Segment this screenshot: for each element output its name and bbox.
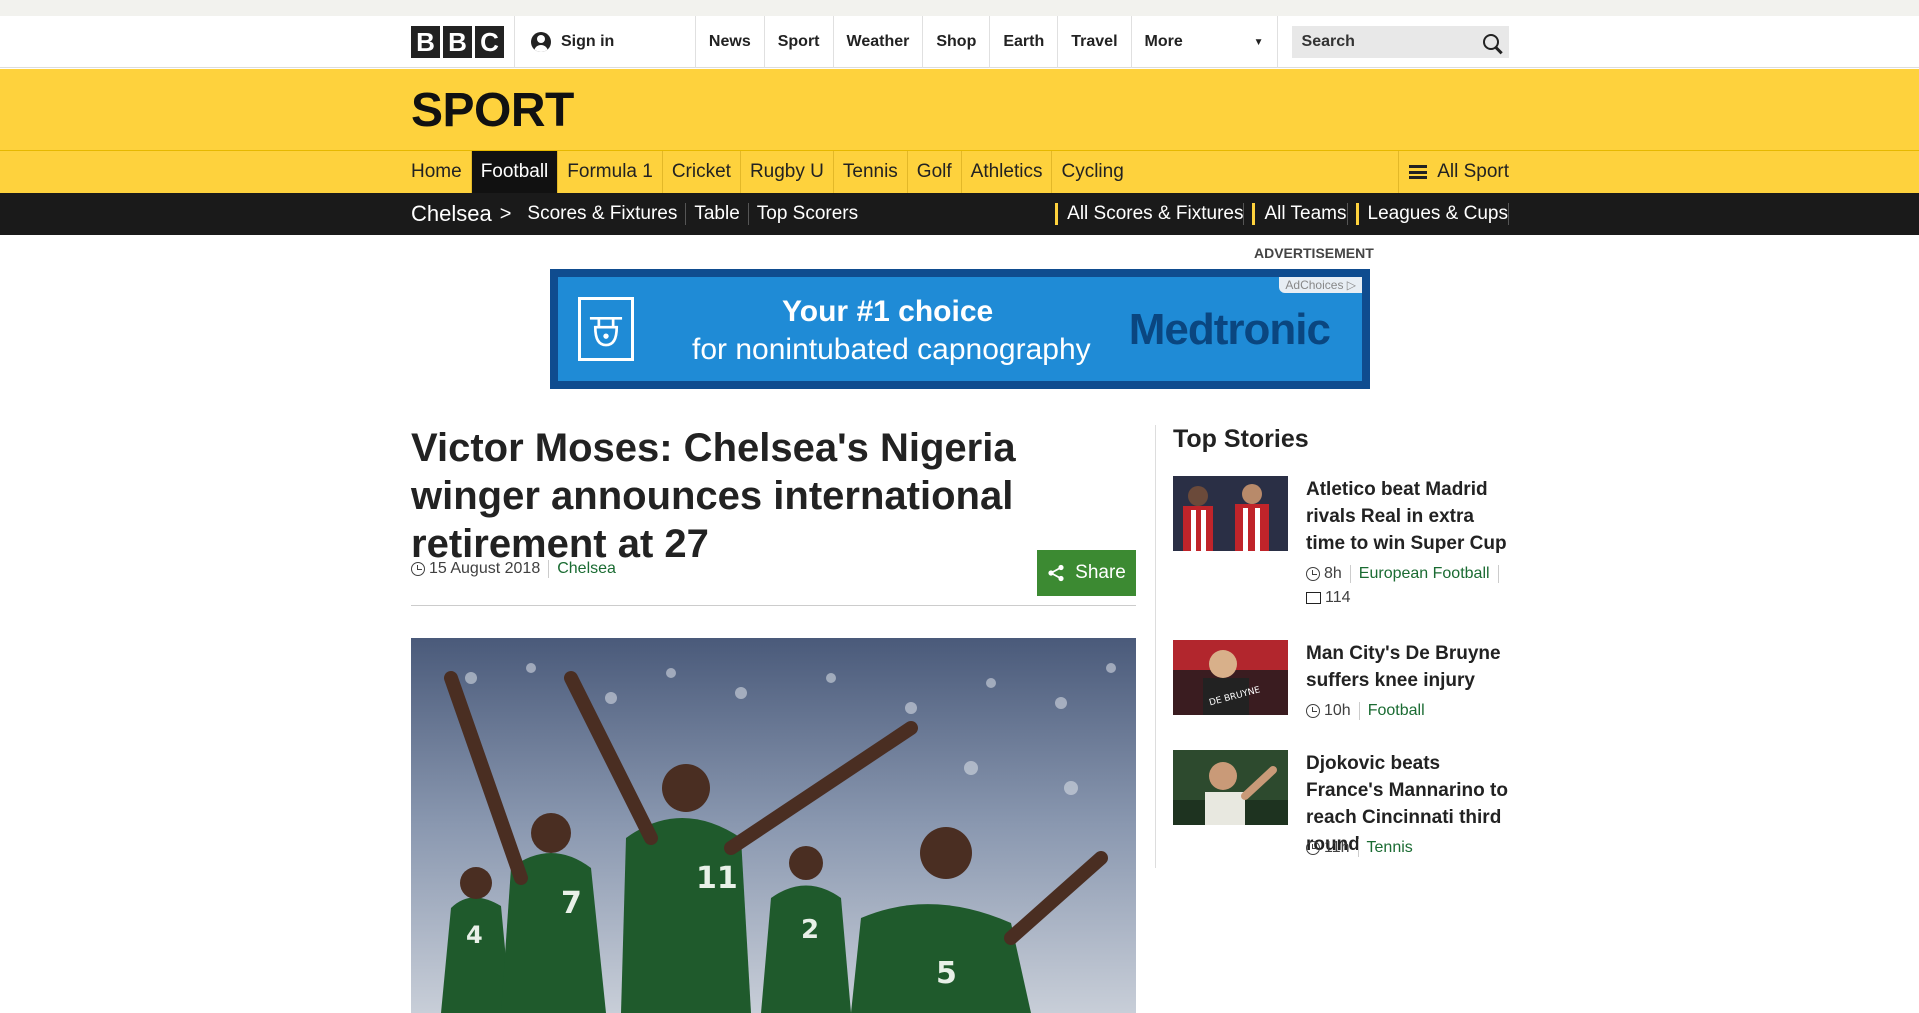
sport-nav-rugby-union[interactable]: Rugby U (741, 151, 834, 193)
advertisement-label: ADVERTISEMENT (1254, 245, 1374, 261)
top-story-time: 11h (1324, 839, 1350, 856)
team-nav-table[interactable]: Table (686, 203, 749, 225)
top-story-comments: 114 (1325, 589, 1351, 606)
ad-subline: for nonintubated capnography (692, 333, 1091, 366)
top-story-item[interactable]: DE BRUYNE Man City's De Bruyne suffers k… (1173, 640, 1513, 740)
menu-icon (1409, 165, 1428, 179)
meta-separator (1358, 702, 1360, 720)
clock-icon (411, 562, 425, 576)
team-nav-leagues-cups[interactable]: Leagues & Cups (1355, 203, 1509, 225)
svg-text:11: 11 (696, 861, 738, 896)
sport-nav-cricket[interactable]: Cricket (663, 151, 741, 193)
article-section-link[interactable]: Chelsea (557, 560, 616, 578)
top-story-item[interactable]: Atletico beat Madrid rivals Real in extr… (1173, 476, 1513, 616)
adchoices-label: AdChoices (1285, 278, 1344, 292)
sport-banner: SPORT (0, 69, 1919, 151)
clock-icon (1306, 704, 1320, 718)
top-strip (0, 0, 1919, 16)
team-name[interactable]: Chelsea (411, 201, 492, 227)
top-story-time: 10h (1324, 702, 1351, 719)
team-nav-top-scorers[interactable]: Top Scorers (749, 203, 866, 225)
sidebar-divider (1155, 425, 1156, 868)
search-icon[interactable] (1483, 34, 1499, 50)
nav-weather[interactable]: Weather (834, 16, 924, 68)
search-input[interactable]: Search (1291, 26, 1509, 58)
comments-icon (1306, 592, 1321, 604)
comments-count[interactable]: 114 (1306, 589, 1511, 607)
capnography-device-icon (578, 297, 634, 361)
adchoices-badge[interactable]: AdChoices ▷ (1279, 277, 1362, 293)
team-nav-all-scores[interactable]: All Scores & Fixtures (1055, 203, 1245, 225)
meta-divider (411, 605, 1136, 606)
share-icon (1048, 564, 1064, 582)
search-placeholder: Search (1301, 33, 1355, 50)
sport-nav: Home Football Formula 1 Cricket Rugby U … (0, 151, 1919, 193)
meta-separator (1349, 565, 1351, 583)
share-label: Share (1075, 562, 1126, 583)
sport-nav-football[interactable]: Football (471, 151, 559, 193)
ad-brand-logo: Medtronic (1128, 305, 1331, 354)
top-story-thumbnail[interactable] (1173, 476, 1288, 551)
meta-separator (1497, 565, 1499, 583)
bbc-masthead: B B C Sign in News Sport Weather Shop Ea… (0, 16, 1919, 68)
top-story-title[interactable]: Atletico beat Madrid rivals Real in extr… (1306, 476, 1511, 557)
top-story-title[interactable]: Man City's De Bruyne suffers knee injury (1306, 640, 1511, 694)
top-story-section-link[interactable]: Football (1368, 702, 1425, 720)
svg-text:7: 7 (561, 886, 582, 921)
meta-separator (548, 560, 550, 578)
sign-in-label: Sign in (561, 33, 615, 50)
all-sport-button[interactable]: All Sport (1398, 151, 1509, 193)
nav-shop[interactable]: Shop (923, 16, 991, 68)
top-story-time: 8h (1324, 565, 1342, 582)
svg-text:5: 5 (936, 956, 957, 991)
nav-travel[interactable]: Travel (1058, 16, 1132, 68)
main-nav: News Sport Weather Shop Earth Travel Mor… (694, 16, 1278, 68)
bbc-logo[interactable]: B B C (411, 26, 504, 58)
ad-headline: Your #1 choice (782, 295, 994, 328)
nav-more-label: More (1144, 33, 1183, 50)
nav-more[interactable]: More ▼ (1132, 16, 1278, 68)
article-hero-image: 7 11 2 5 4 (411, 638, 1136, 1013)
logo-letter-b1: B (411, 26, 440, 58)
svg-text:4: 4 (466, 921, 483, 949)
top-story-section-link[interactable]: Tennis (1367, 839, 1413, 857)
article-meta: 15 August 2018 Chelsea (411, 560, 616, 578)
sign-in-link[interactable]: Sign in (514, 16, 695, 68)
nav-news[interactable]: News (696, 16, 765, 68)
top-story-meta: 10h Football (1306, 702, 1511, 720)
sport-nav-home[interactable]: Home (411, 151, 472, 193)
nav-sport[interactable]: Sport (765, 16, 834, 68)
svg-text:2: 2 (801, 915, 819, 945)
clock-icon (1306, 841, 1320, 855)
nav-earth[interactable]: Earth (990, 16, 1059, 68)
chevron-right-icon: > (499, 202, 512, 225)
all-sport-label: All Sport (1437, 161, 1509, 182)
top-story-item[interactable]: Djokovic beats France's Mannarino to rea… (1173, 750, 1513, 870)
caret-down-icon: ▼ (1253, 36, 1264, 48)
sport-nav-tennis[interactable]: Tennis (834, 151, 908, 193)
clock-icon (1306, 567, 1320, 581)
advertisement-banner[interactable]: AdChoices ▷ Your #1 choice for nonintuba… (550, 269, 1370, 389)
sport-title[interactable]: SPORT (411, 83, 574, 138)
team-nav-all-teams[interactable]: All Teams (1252, 203, 1348, 225)
share-button[interactable]: Share (1037, 550, 1136, 596)
team-nav: Chelsea > Scores & Fixtures Table Top Sc… (0, 193, 1919, 235)
top-story-thumbnail[interactable]: DE BRUYNE (1173, 640, 1288, 715)
sport-nav-athletics[interactable]: Athletics (962, 151, 1053, 193)
meta-separator (1357, 839, 1359, 857)
top-stories-heading: Top Stories (1173, 425, 1309, 453)
top-story-meta: 8h European Football 114 (1306, 565, 1511, 607)
sport-nav-cycling[interactable]: Cycling (1052, 151, 1132, 193)
top-story-section-link[interactable]: European Football (1359, 565, 1490, 583)
sport-nav-formula1[interactable]: Formula 1 (558, 151, 663, 193)
top-story-meta: 11h Tennis (1306, 839, 1511, 857)
article-date: 15 August 2018 (429, 560, 541, 577)
logo-letter-b2: B (443, 26, 472, 58)
user-icon (531, 32, 551, 52)
team-nav-scores-fixtures[interactable]: Scores & Fixtures (519, 203, 687, 225)
sport-nav-golf[interactable]: Golf (908, 151, 962, 193)
logo-letter-c: C (475, 26, 504, 58)
article-headline: Victor Moses: Chelsea's Nigeria winger a… (411, 426, 1016, 566)
top-story-thumbnail[interactable] (1173, 750, 1288, 825)
